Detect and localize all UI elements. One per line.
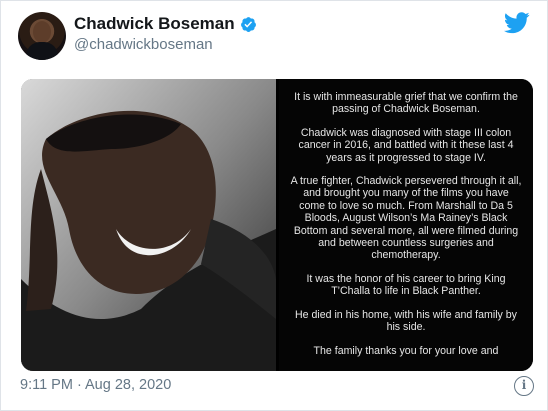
avatar-shirt — [26, 42, 58, 60]
author-name-row: Chadwick Boseman — [74, 14, 257, 34]
portrait-photo[interactable] — [21, 79, 276, 371]
avatar[interactable] — [18, 12, 66, 60]
statement-paragraph: A true fighter, Chadwick persevered thro… — [290, 175, 522, 262]
statement-paragraph: The family thanks you for your love and — [313, 344, 499, 357]
tweet-card: Chadwick Boseman @chadwickboseman It is … — [0, 0, 548, 411]
statement-paragraph: It is with immeasurable grief that we co… — [294, 91, 518, 116]
display-name[interactable]: Chadwick Boseman — [74, 14, 235, 34]
avatar-face — [33, 21, 51, 43]
statement-paragraph: He died in his home, with his wife and f… — [295, 308, 517, 334]
info-icon[interactable]: i — [514, 376, 534, 396]
tweet-timestamp[interactable]: 9:11 PM · Aug 28, 2020 — [20, 377, 171, 393]
statement-paragraph: Chadwick was diagnosed with stage III co… — [298, 126, 514, 164]
tweet-media[interactable]: It is with immeasurable grief that we co… — [21, 79, 533, 371]
statement-image: It is with immeasurable grief that we co… — [279, 79, 533, 371]
verified-badge-icon — [240, 16, 256, 32]
statement-paragraph: It was the honor of his career to bring … — [306, 272, 506, 298]
user-handle[interactable]: @chadwickboseman — [74, 36, 213, 53]
portrait-illustration — [21, 79, 276, 371]
twitter-bird-icon[interactable] — [504, 12, 530, 34]
